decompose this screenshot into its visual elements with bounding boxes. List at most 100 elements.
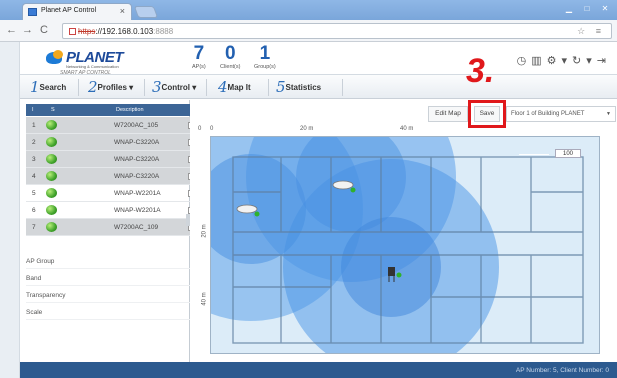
nav-profiles[interactable]: 2Profiles ▾ [88,78,133,97]
group-counter: 1 Group(s) [254,43,276,71]
table-row[interactable]: 3 WNAP-C3220A ✔ [26,151,202,168]
nav-search[interactable]: 1Search [30,78,66,97]
floor-select-value: Floor 1 of Building PLANET [511,111,585,117]
status-online-icon [46,137,57,147]
browser-tab[interactable]: Planet AP Control × [22,3,132,20]
close-window-icon[interactable]: ✕ [596,2,614,15]
chart-icon[interactable]: ▥ [531,55,546,67]
logo-mark-accent [53,50,63,59]
ap-count: 7 [193,43,205,64]
client-count-label: Client(s) [220,64,241,70]
nav-profiles-number: 2 [88,78,98,96]
table-row[interactable]: 2 WNAP-C3220A ✔ [26,134,202,151]
nav-control[interactable]: 3Control ▾ [152,78,196,97]
nav-search-label: Search [39,83,67,92]
client-counter: 0 Client(s) [220,44,241,71]
brand-subtitle: Networking & Communication [66,64,119,69]
table-row[interactable]: 4 WNAP-C3220A ✔ [26,168,202,185]
row-index: 2 [32,139,36,146]
status-online-icon [46,205,57,215]
browser-window: Planet AP Control × ▁ □ ✕ ← → C https://… [0,0,617,378]
floor-plan-svg [211,137,584,353]
logout-icon[interactable]: ⇥ [597,55,611,67]
reload-icon[interactable]: C [40,24,48,36]
property-transparency[interactable]: Transparency [26,286,202,303]
row-index: 6 [32,207,36,214]
table-row[interactable]: 1 W7200AC_105 ✔ [26,117,202,134]
url-scheme: https [78,27,96,36]
header-toolbar: ◷▥⚙▾↻▾⇥ [517,54,611,67]
main-nav: 1Search 2Profiles ▾ 3Control ▾ 4Map It 5… [20,74,617,99]
col-description[interactable]: Description [116,107,144,113]
group-count: 1 [259,43,271,64]
forward-icon[interactable]: → [22,24,33,36]
row-description: WNAP-C3220A [114,173,160,180]
row-index: 3 [32,156,36,163]
zoom-slider-track[interactable] [519,154,549,155]
property-scale[interactable]: Scale [26,303,202,320]
nav-divider [78,79,79,96]
floor-select[interactable]: Floor 1 of Building PLANET ▼ [506,106,616,122]
map-panel: Edit Map Save 3. Floor 1 of Building PLA… [190,52,617,362]
edit-map-button[interactable]: Edit Map [428,106,468,122]
nav-control-label: Control ▾ [161,83,197,92]
status-online-icon [46,188,57,198]
y-tick: 20 m [201,224,208,238]
nav-map-it[interactable]: 4Map It [218,78,251,97]
table-row[interactable]: 5 WNAP-W2201A [26,185,202,202]
app-header: PLANET Networking & Communication SMART … [20,42,617,76]
x-tick: 20 m [300,126,314,132]
x-tick: 40 m [400,126,414,132]
nav-statistics-number: 5 [276,78,286,96]
status-online-icon [46,154,57,164]
new-tab-button[interactable] [133,6,159,18]
ap-table-header: I S Description A [26,104,202,116]
group-count-label: Group(s) [254,64,276,70]
tab-title: Planet AP Control [41,7,97,14]
status-online-icon [46,171,57,181]
tab-close-icon[interactable]: × [120,6,125,16]
browser-toolbar: ← → C https://192.168.0.103:8888 ☆ ≡ [0,20,617,42]
nav-divider [342,79,343,96]
nav-search-number: 1 [30,78,40,96]
back-icon[interactable]: ← [6,24,17,36]
row-index: 7 [32,224,36,231]
table-row[interactable]: 6 WNAP-W2201A [26,202,202,219]
y-tick: 40 m [201,292,208,306]
minimize-icon[interactable]: ▁ [560,2,578,15]
url-host: ://192.168.0.103 [95,27,154,36]
row-description: WNAP-C3220A [114,139,160,146]
browser-titlebar: Planet AP Control × ▁ □ ✕ [0,0,617,20]
ap-count-label: AP(s) [192,64,206,70]
status-bar: AP Number: 5, Client Number: 0 [20,362,617,378]
window-left-edge [0,42,20,378]
col-index[interactable]: I [32,107,34,113]
zoom-level[interactable]: 100 [555,149,581,158]
nav-map-it-number: 4 [218,78,228,96]
address-bar[interactable]: https://192.168.0.103:8888 ☆ ≡ [62,23,612,39]
property-ap-group[interactable]: AP Group [26,252,202,269]
dashboard-icon[interactable]: ◷ [517,55,532,67]
x-tick: 0 [210,126,214,132]
col-status[interactable]: S [51,107,55,113]
nav-statistics-label: Statistics [285,83,322,92]
maximize-icon[interactable]: □ [578,2,596,15]
property-band[interactable]: Band [26,269,202,286]
floor-plan-canvas[interactable]: 100 [210,136,600,354]
ap-properties: AP Group Band Transparency Scale [26,252,202,320]
nav-statistics[interactable]: 5Statistics [276,78,321,97]
bookmark-star-icon[interactable]: ☆ ≡ [577,26,605,37]
lock-icon [69,28,76,35]
row-index: 1 [32,122,36,129]
step-marker: 3. [466,52,495,90]
settings-icon[interactable]: ⚙▾ [547,55,572,67]
refresh-icon[interactable]: ↻▾ [572,55,597,67]
save-highlight-box [468,100,506,128]
row-description: WNAP-C3220A [114,156,160,163]
table-row[interactable]: 7 W7200AC_109 ✔ [26,219,202,236]
nav-divider [206,79,207,96]
row-description: W7200AC_105 [114,122,159,129]
nav-profiles-label: Profiles ▾ [97,83,134,92]
row-index: 4 [32,173,36,180]
status-online-icon [46,120,57,130]
